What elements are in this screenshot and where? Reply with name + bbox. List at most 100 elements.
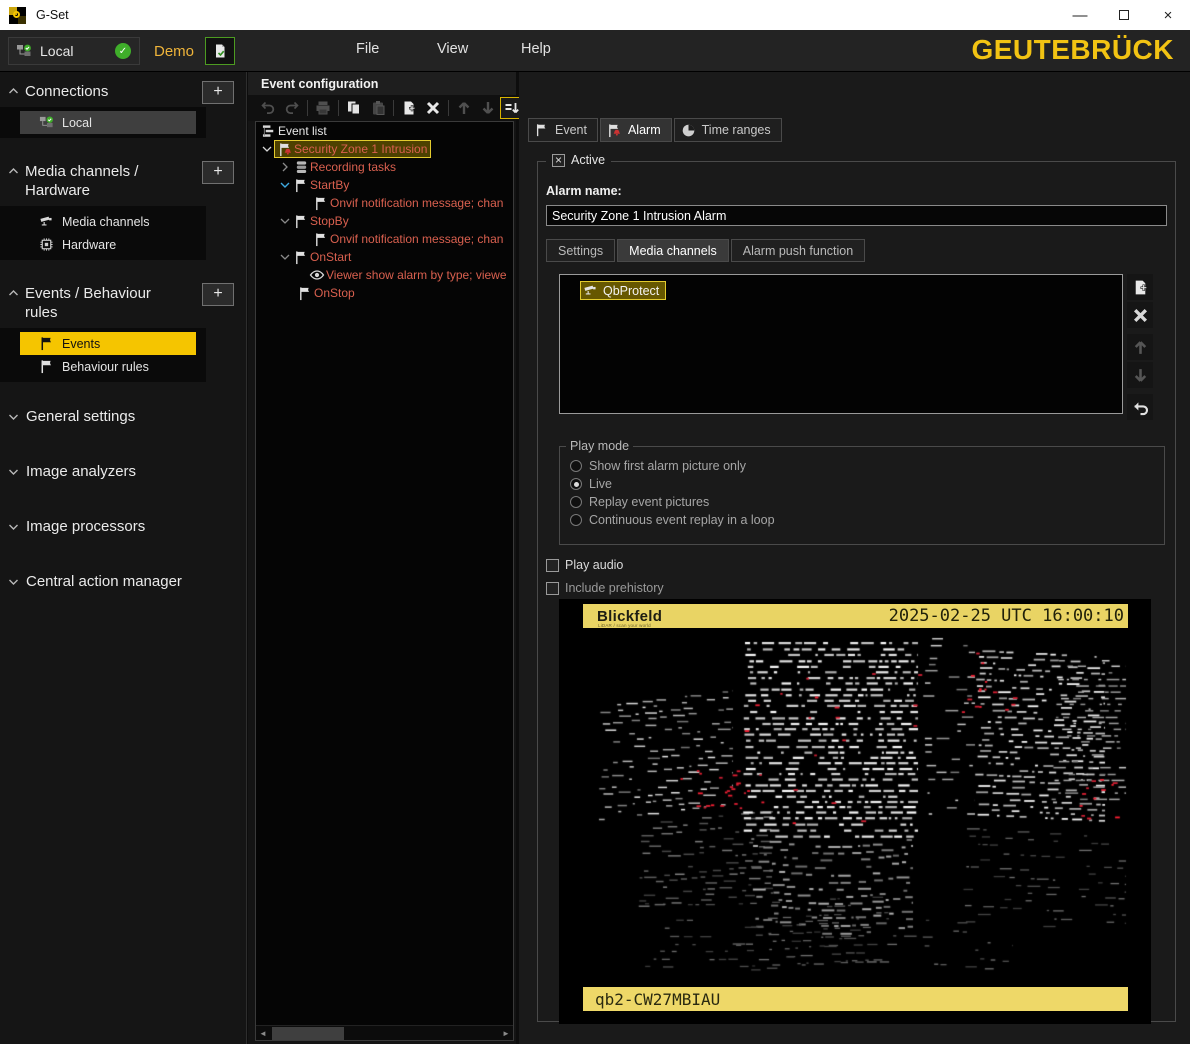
sidebar: Connections + Local Media channels / Har…	[0, 72, 247, 1044]
event-toolbar	[248, 95, 516, 121]
active-label: Active	[571, 153, 605, 167]
include-prehistory-checkbox[interactable]: ×	[546, 582, 559, 595]
add-event-button[interactable]	[397, 97, 421, 119]
play-audio-checkbox[interactable]: ×	[546, 559, 559, 572]
print-button[interactable]	[311, 97, 335, 119]
horizontal-scrollbar[interactable]: ◄ ►	[256, 1025, 513, 1040]
flag-icon	[296, 286, 314, 301]
active-checkbox[interactable]: ×	[552, 154, 565, 167]
channel-down-button[interactable]	[1127, 362, 1153, 388]
section-events-rules[interactable]: Events / Behaviour rules +	[0, 274, 246, 328]
app-window: G-Set — × Local ✓ Demo File View Help GE…	[0, 0, 1190, 1044]
panel-title: Event configuration	[248, 72, 516, 95]
radio-replay[interactable]: Replay event pictures	[570, 493, 1164, 511]
chevron-down-icon[interactable]	[278, 253, 292, 261]
eye-icon	[308, 267, 326, 283]
include-prehistory-row[interactable]: × Include prehistory	[546, 581, 1167, 595]
chevron-down-icon[interactable]	[278, 217, 292, 225]
media-list: Media channels Hardware	[0, 206, 206, 260]
tree-item-selected[interactable]: Security Zone 1 Intrusion	[256, 140, 513, 158]
subtab-alarm-push-function[interactable]: Alarm push function	[731, 239, 865, 262]
tree-item[interactable]: StopBy	[256, 212, 513, 230]
radio-icon[interactable]	[570, 514, 582, 526]
subtab-settings[interactable]: Settings	[546, 239, 615, 262]
revert-button[interactable]	[1127, 394, 1153, 420]
undo-button[interactable]	[256, 97, 280, 119]
menu-file[interactable]: File	[356, 41, 379, 57]
detail-panel: Event Alarm Time ranges × Active Alarm n…	[519, 72, 1190, 1044]
tree-item[interactable]: Viewer show alarm by type; viewe	[256, 266, 513, 284]
profile-label: Demo	[154, 43, 194, 60]
menu-bar: Local ✓ Demo File View Help GEUTEBRÜCK	[0, 30, 1190, 72]
section-central-action-manager[interactable]: Central action manager	[0, 561, 246, 602]
minimize-button[interactable]: —	[1058, 0, 1102, 30]
scroll-right-icon[interactable]: ►	[499, 1026, 513, 1041]
tree-root[interactable]: Event list	[256, 122, 513, 140]
tree-item[interactable]: Onvif notification message; chan	[256, 194, 513, 212]
subtab-media-channels[interactable]: Media channels	[617, 239, 729, 262]
play-audio-row[interactable]: × Play audio	[546, 558, 1167, 572]
play-mode-legend: Play mode	[566, 439, 633, 453]
maximize-button[interactable]	[1102, 0, 1146, 30]
sidebar-item-behaviour-rules[interactable]: Behaviour rules	[20, 355, 196, 378]
tab-time-ranges[interactable]: Time ranges	[674, 118, 782, 142]
tree-item[interactable]: Recording tasks	[256, 158, 513, 176]
sidebar-item-hardware[interactable]: Hardware	[20, 233, 196, 256]
chevron-down-icon[interactable]	[278, 181, 292, 189]
radio-icon[interactable]	[570, 496, 582, 508]
paste-button[interactable]	[366, 97, 390, 119]
menu-help[interactable]: Help	[521, 41, 551, 57]
section-image-processors[interactable]: Image processors	[0, 506, 246, 547]
lidar-point-cloud	[583, 628, 1128, 986]
radio-show-first[interactable]: Show first alarm picture only	[570, 457, 1164, 475]
move-down-button[interactable]	[476, 97, 500, 119]
title-bar: G-Set — ×	[0, 0, 1190, 30]
copy-button[interactable]	[342, 97, 366, 119]
add-event-button[interactable]: +	[202, 283, 234, 306]
section-image-analyzers[interactable]: Image analyzers	[0, 451, 246, 492]
add-connection-button[interactable]: +	[202, 81, 234, 104]
redo-button[interactable]	[280, 97, 304, 119]
chip-icon	[38, 237, 54, 253]
tree-item[interactable]: Onvif notification message; chan	[256, 230, 513, 248]
media-channel-list[interactable]: QbProtect	[559, 274, 1123, 414]
remove-channel-button[interactable]	[1127, 302, 1153, 328]
radio-live[interactable]: Live	[570, 475, 1164, 493]
tab-event[interactable]: Event	[528, 118, 598, 142]
sidebar-item-events[interactable]: Events	[20, 332, 196, 355]
section-media-hardware[interactable]: Media channels / Hardware +	[0, 152, 246, 206]
tree-item[interactable]: StartBy	[256, 176, 513, 194]
sidebar-item-media-channels[interactable]: Media channels	[20, 210, 196, 233]
close-button[interactable]: ×	[1146, 0, 1190, 30]
flag-icon	[312, 232, 330, 247]
connection-selector[interactable]: Local ✓	[8, 37, 140, 65]
tree-item[interactable]: OnStop	[256, 284, 513, 302]
clock-icon	[681, 123, 696, 138]
channel-up-button[interactable]	[1127, 334, 1153, 360]
scrollbar-thumb[interactable]	[272, 1027, 344, 1040]
event-tree: Event list Security Zone 1 Intrusion Rec…	[255, 121, 514, 1041]
section-general-settings[interactable]: General settings	[0, 396, 246, 437]
move-up-button[interactable]	[452, 97, 476, 119]
connection-label: Local	[40, 43, 73, 59]
add-channel-button[interactable]	[1127, 274, 1153, 300]
active-group: × Active Alarm name: Settings Media chan…	[537, 161, 1176, 1022]
radio-icon[interactable]	[570, 478, 582, 490]
menu-view[interactable]: View	[437, 41, 468, 57]
chevron-right-icon[interactable]	[278, 162, 292, 172]
sidebar-item-local[interactable]: Local	[20, 111, 196, 134]
add-media-button[interactable]: +	[202, 161, 234, 184]
alarm-name-input[interactable]	[546, 205, 1167, 226]
tree-item[interactable]: OnStart	[256, 248, 513, 266]
video-header: Blickfeld LiDAR / scan your world 2025-0…	[583, 604, 1128, 628]
chevron-down-icon[interactable]	[260, 145, 274, 153]
delete-event-button[interactable]	[421, 97, 445, 119]
section-connections[interactable]: Connections +	[0, 72, 246, 107]
tab-alarm[interactable]: Alarm	[600, 118, 672, 142]
radio-icon[interactable]	[570, 460, 582, 472]
scroll-left-icon[interactable]: ◄	[256, 1026, 270, 1041]
apply-config-button[interactable]	[205, 37, 235, 65]
list-item-qbprotect[interactable]: QbProtect	[580, 281, 666, 300]
flag-icon	[38, 359, 54, 375]
radio-continuous[interactable]: Continuous event replay in a loop	[570, 511, 1164, 529]
